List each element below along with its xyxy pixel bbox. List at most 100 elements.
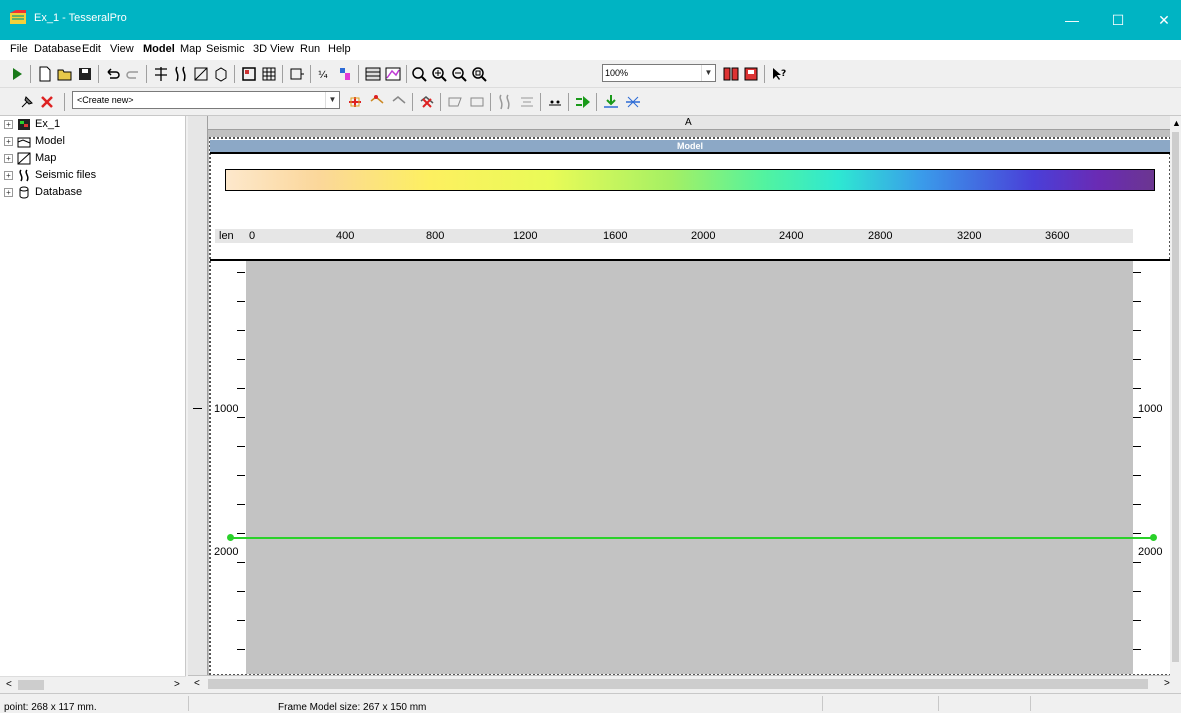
toolbar-separator (30, 65, 31, 83)
toolbar-separator (98, 65, 99, 83)
minimize-button[interactable]: — (1056, 6, 1088, 34)
model-body[interactable] (246, 261, 1133, 674)
zoom-level-select[interactable]: 100% ▼ (602, 64, 716, 82)
color-palette-icon[interactable] (336, 65, 354, 83)
scroll-left-icon[interactable]: < (194, 678, 200, 689)
expand-icon[interactable]: + (4, 153, 13, 163)
split-polygon-icon[interactable] (446, 93, 464, 111)
frame-icon[interactable] (240, 65, 258, 83)
create-new-select[interactable]: <Create new> ▼ (72, 91, 340, 109)
menu-map[interactable]: Map (180, 43, 201, 55)
project-icon (18, 118, 30, 130)
tree-item-model[interactable]: + Model (4, 133, 65, 149)
merge-polygon-icon[interactable] (468, 93, 486, 111)
menu-view[interactable]: View (110, 43, 134, 55)
menu-3d-view[interactable]: 3D View (253, 43, 294, 55)
layers-table-icon[interactable] (364, 65, 382, 83)
scroll-right-icon[interactable]: > (1164, 678, 1170, 689)
menu-file[interactable]: File (10, 43, 28, 55)
scroll-left-icon[interactable]: < (6, 679, 12, 690)
status-frame-size: Frame Model size: 267 x 150 mm (278, 702, 427, 713)
toolbar-separator (568, 93, 569, 111)
polygon-icon[interactable] (192, 65, 210, 83)
horizon-node[interactable] (227, 534, 234, 541)
scroll-up-icon[interactable]: ▲ (1172, 118, 1181, 128)
horizontal-scrollbar[interactable]: < > (188, 676, 1181, 693)
tree-item-database[interactable]: + Database (4, 184, 82, 200)
column-label: A (685, 117, 692, 128)
ruler-tick (237, 446, 245, 447)
left-depth-ruler (212, 261, 246, 674)
status-separator (1030, 696, 1031, 711)
scroll-thumb[interactable] (1172, 132, 1179, 662)
scale-axis-label: len (219, 230, 234, 242)
source-icon[interactable] (602, 93, 620, 111)
receiver-line-icon[interactable] (624, 93, 642, 111)
properties-icon[interactable] (288, 65, 306, 83)
split-view-icon[interactable] (722, 65, 740, 83)
vertical-scrollbar[interactable]: ▲ (1170, 116, 1181, 676)
run-icon[interactable] (8, 65, 26, 83)
ruler-tick (1133, 504, 1141, 505)
move-line-icon[interactable] (390, 93, 408, 111)
zoom-icon[interactable] (410, 65, 428, 83)
status-point: point: 268 x 117 mm. (4, 702, 97, 713)
ray-icon[interactable] (518, 93, 536, 111)
scroll-thumb[interactable] (18, 680, 44, 690)
velocity-chart-icon[interactable] (384, 65, 402, 83)
edit-line-icon[interactable] (368, 93, 386, 111)
new-file-icon[interactable] (36, 65, 54, 83)
redo-icon[interactable] (124, 65, 142, 83)
toolbar-separator (310, 65, 311, 83)
expand-icon[interactable]: + (4, 119, 13, 129)
menu-seismic[interactable]: Seismic (206, 43, 245, 55)
add-point-icon[interactable] (346, 93, 364, 111)
chevron-down-icon[interactable]: ▼ (701, 65, 715, 81)
menu-model[interactable]: Model (143, 43, 175, 55)
tree-horizontal-scrollbar[interactable]: < > (0, 676, 186, 693)
scale-icon[interactable]: ¼ (316, 65, 334, 83)
tree-item-ex1[interactable]: + Ex_1 (4, 116, 60, 132)
status-separator (938, 696, 939, 711)
tree-item-seismic-files[interactable]: + Seismic files (4, 167, 96, 183)
zoom-out-icon[interactable] (450, 65, 468, 83)
insert-arrow-icon[interactable] (574, 93, 592, 111)
menu-help[interactable]: Help (328, 43, 351, 55)
delete-line-icon[interactable] (418, 93, 436, 111)
expand-icon[interactable]: + (4, 187, 13, 197)
well-icon[interactable] (546, 93, 564, 111)
grid-icon[interactable] (260, 65, 278, 83)
delete-icon[interactable] (38, 93, 56, 111)
depth-label-right: 1000 (1138, 403, 1163, 415)
ruler-tick (237, 620, 245, 621)
expand-icon[interactable]: + (4, 136, 13, 146)
horizon-node[interactable] (1150, 534, 1157, 541)
menu-edit[interactable]: Edit (82, 43, 101, 55)
help-cursor-icon[interactable]: ? (770, 65, 788, 83)
zoom-in-icon[interactable] (430, 65, 448, 83)
open-folder-icon[interactable] (56, 65, 74, 83)
ruler-tick (1133, 620, 1141, 621)
maximize-button[interactable]: ☐ (1102, 6, 1134, 34)
scroll-right-icon[interactable]: > (174, 679, 180, 690)
print-icon[interactable] (742, 65, 760, 83)
menu-database[interactable]: Database (34, 43, 81, 55)
horizon-line[interactable] (230, 537, 1154, 539)
scroll-thumb[interactable] (208, 679, 1148, 689)
toolbar-separator (540, 93, 541, 111)
seismic-trace-icon[interactable] (172, 65, 190, 83)
boundary-icon[interactable] (152, 65, 170, 83)
ruler-tick (1133, 533, 1141, 534)
undo-icon[interactable] (104, 65, 122, 83)
close-button[interactable]: ✕ (1148, 6, 1180, 34)
menu-run[interactable]: Run (300, 43, 320, 55)
zoom-window-icon[interactable] (470, 65, 488, 83)
tree-item-map[interactable]: + Map (4, 150, 56, 166)
wave-edit-icon[interactable] (496, 93, 514, 111)
cube-icon[interactable] (212, 65, 230, 83)
sheet-corner (188, 116, 208, 130)
chevron-down-icon[interactable]: ▼ (325, 92, 339, 108)
pin-icon[interactable] (18, 93, 36, 111)
expand-icon[interactable]: + (4, 170, 13, 180)
save-icon[interactable] (76, 65, 94, 83)
